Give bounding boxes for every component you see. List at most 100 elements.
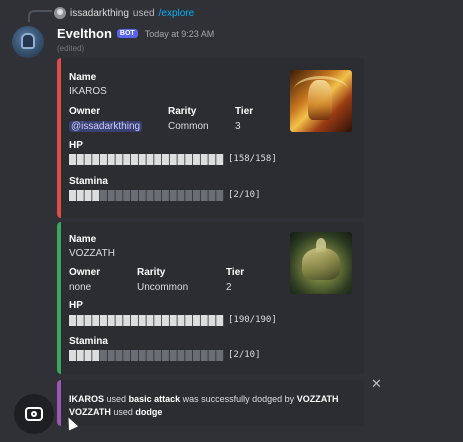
rarity-value: Uncommon <box>137 282 189 293</box>
hp-bar-segment <box>154 154 162 165</box>
hp-bar-segment <box>216 315 224 326</box>
hp-bar-segment <box>216 154 224 165</box>
hp-bar-segment <box>200 154 208 165</box>
stamina-bar-segment <box>177 350 185 361</box>
stamina-bar-segment <box>169 350 177 361</box>
log-move: basic attack <box>128 394 181 404</box>
bot-badge: BOT <box>116 29 138 38</box>
hp-bar <box>69 154 224 165</box>
stamina-bar-segment <box>92 350 100 361</box>
hp-bar-segment <box>185 315 193 326</box>
helmet-icon <box>21 33 35 49</box>
stamina-bar-segment <box>216 190 224 201</box>
hp-bar-segments <box>69 315 224 326</box>
hp-bar-segment <box>193 315 200 326</box>
stamina-bar-segment <box>131 350 138 361</box>
hp-bar-segment <box>100 154 107 165</box>
stamina-bar-segment <box>84 190 92 201</box>
tier-label: Tier <box>235 106 254 117</box>
reply-action: used <box>132 7 155 19</box>
hp-bar-segment <box>92 315 100 326</box>
battle-log-line-2: VOZZATH used dodge <box>69 406 339 419</box>
stamina-bar-segment <box>162 190 169 201</box>
hp-bar-segment <box>146 315 154 326</box>
hp-value: [158/158] <box>228 154 277 164</box>
stamina-bar-segment <box>100 350 107 361</box>
stamina-bar-segments <box>69 350 224 361</box>
rarity-label: Rarity <box>168 106 197 117</box>
camera-lens-button[interactable] <box>14 394 54 434</box>
stamina-bar-segment <box>123 350 131 361</box>
stamina-bar-segment <box>123 190 131 201</box>
stamina-bar-segment <box>69 350 76 361</box>
stamina-bar-segment <box>208 350 216 361</box>
reply-reference[interactable]: issadarkthing used /explore <box>54 7 194 19</box>
hp-label: HP <box>69 300 83 311</box>
stamina-bar-segments <box>69 190 224 201</box>
hp-bar-segment <box>123 315 131 326</box>
log-actor: VOZZATH <box>69 407 111 417</box>
rarity-value: Common <box>168 121 209 132</box>
log-used: used <box>106 394 127 404</box>
tier-label: Tier <box>226 267 245 278</box>
hp-bar-segment <box>162 315 169 326</box>
stamina-bar-segment <box>193 350 200 361</box>
stamina-bar-segment <box>84 350 92 361</box>
hp-bar-segment <box>76 154 84 165</box>
stamina-bar-segment <box>177 190 185 201</box>
hp-bar-segment <box>100 315 107 326</box>
stamina-bar-segment <box>115 350 123 361</box>
log-move: dodge <box>135 407 163 417</box>
camera-lens-icon <box>25 407 43 421</box>
stamina-bar-segment <box>131 190 138 201</box>
hp-bar-segment <box>169 154 177 165</box>
reply-connector <box>28 10 52 22</box>
hp-bar-segment <box>162 154 169 165</box>
hp-bar-segments <box>69 154 224 165</box>
stamina-bar-segment <box>115 190 123 201</box>
hp-bar-segment <box>115 315 123 326</box>
stamina-bar-segment <box>193 190 200 201</box>
hp-bar <box>69 315 224 326</box>
hp-label: HP <box>69 140 83 151</box>
stamina-bar-segment <box>154 350 162 361</box>
stamina-label: Stamina <box>69 176 108 187</box>
hp-bar-segment <box>169 315 177 326</box>
owner-mention[interactable]: @issadarkthing <box>69 121 143 132</box>
hp-bar-segment <box>69 154 76 165</box>
author-name[interactable]: Evelthon <box>57 26 112 41</box>
stamina-bar-segment <box>208 190 216 201</box>
hp-bar-segment <box>177 154 185 165</box>
log-used: used <box>113 407 133 417</box>
embed-accent-bar <box>57 222 61 374</box>
message-header: Evelthon BOT Today at 9:23 AM <box>57 26 214 41</box>
bot-avatar[interactable] <box>12 26 44 58</box>
hp-bar-segment <box>115 154 123 165</box>
close-icon[interactable]: ✕ <box>371 376 382 392</box>
battle-log-text: IKAROS used basic attack was successfull… <box>69 393 339 419</box>
hp-bar-segment <box>131 154 138 165</box>
hp-bar-segment <box>76 315 84 326</box>
reply-username[interactable]: issadarkthing <box>70 8 129 19</box>
owner-label: Owner <box>69 267 101 278</box>
log-target: VOZZATH <box>296 394 339 404</box>
battle-log-line-1: IKAROS used basic attack was successfull… <box>69 393 339 406</box>
stamina-bar-segment <box>107 350 115 361</box>
stamina-bar-segment <box>76 190 84 201</box>
stamina-value: [2/10] <box>228 350 261 360</box>
edited-marker: (edited) <box>57 44 85 53</box>
reply-avatar[interactable] <box>54 7 66 19</box>
card-thumbnail-ikaros[interactable] <box>290 70 352 132</box>
reply-command[interactable]: /explore <box>159 8 195 19</box>
owner-value[interactable]: @issadarkthing <box>69 121 143 132</box>
stamina-bar <box>69 190 224 201</box>
hp-bar-segment <box>84 315 92 326</box>
card-thumbnail-vozzath[interactable] <box>290 232 352 294</box>
hp-bar-segment <box>123 154 131 165</box>
hp-bar-segment <box>208 315 216 326</box>
hp-bar-segment <box>107 315 115 326</box>
stamina-bar-segment <box>138 350 146 361</box>
stamina-bar-segment <box>107 190 115 201</box>
figure-art <box>308 80 332 120</box>
stamina-bar-segment <box>146 190 154 201</box>
